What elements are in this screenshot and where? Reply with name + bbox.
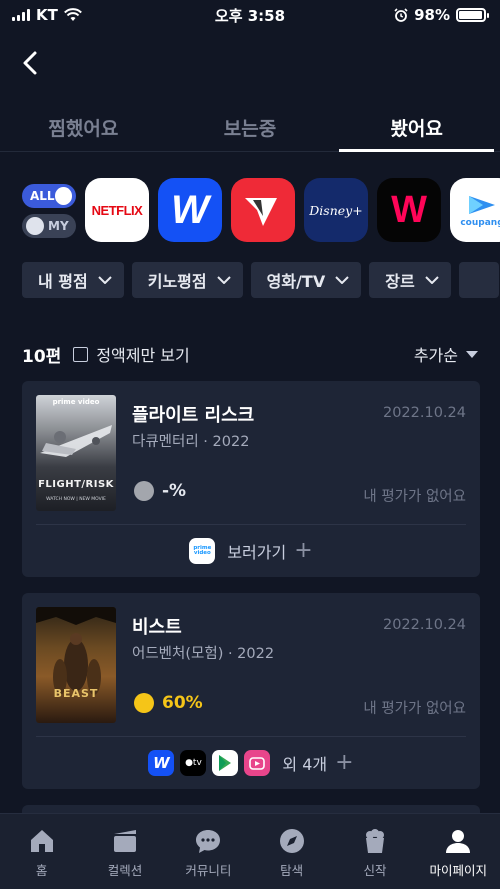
poster-title: BEAST <box>53 687 99 700</box>
wavve-icon[interactable]: W <box>158 178 222 242</box>
filter-kino-rating[interactable]: 키노평점 <box>131 262 243 298</box>
score-dot-icon <box>134 693 154 713</box>
poster-brand: prime video <box>52 398 100 406</box>
tab-watching[interactable]: 보는중 <box>167 106 334 151</box>
explore-icon <box>279 829 304 853</box>
prime-video-icon: prime video <box>189 538 216 564</box>
filter-genre[interactable]: 장르 <box>369 262 451 298</box>
ott-filter-row: ALL MY NETFLIX W T Disney+ W coupang <box>22 178 500 244</box>
added-date: 2022.10.24 <box>382 617 466 633</box>
poster-title: FLIGHT/RISK <box>38 479 114 490</box>
score-value: 60% <box>162 693 203 713</box>
coupang-play-icon[interactable]: coupang <box>450 178 500 242</box>
filter-my-rating[interactable]: 내 평점 <box>22 262 124 298</box>
apple-tv-icon: ●tv <box>180 750 207 776</box>
nav-new-release[interactable]: 신작 <box>333 814 416 889</box>
nav-home[interactable]: 홈 <box>0 814 83 889</box>
watcha-icon[interactable]: W <box>377 178 441 242</box>
filter-more[interactable] <box>458 262 499 298</box>
tab-watched[interactable]: 봤어요 <box>333 106 500 152</box>
movie-meta: 다큐멘터리 · 2022 <box>132 434 250 450</box>
wavve-icon: W <box>148 750 175 776</box>
caret-down-icon <box>466 350 478 358</box>
my-rating-status: 내 평가가 없어요 <box>363 701 466 717</box>
disney-plus-icon[interactable]: Disney+ <box>304 178 368 242</box>
score-dot-icon <box>134 481 154 501</box>
watch-providers[interactable]: W ●tv 외 4개 + <box>22 737 480 789</box>
poster-image: prime video FLIGHT/RISK WATCH NOW | NEW … <box>36 395 116 511</box>
tab-bar: 찜했어요 보는중 봤어요 <box>0 106 500 152</box>
nav-community[interactable]: 커뮤니티 <box>167 814 250 889</box>
nav-explore[interactable]: 탐색 <box>250 814 333 889</box>
alarm-icon <box>394 8 408 22</box>
play-video-icon <box>244 750 271 776</box>
tab-wishlist[interactable]: 찜했어요 <box>0 106 167 151</box>
filter-bar: 내 평점 키노평점 영화/TV 장르 <box>22 262 500 300</box>
movie-title: 플라이트 리스크 <box>132 405 255 426</box>
nav-my-page[interactable]: 마이페이지 <box>417 814 500 889</box>
plus-icon: + <box>294 538 313 563</box>
wifi-icon <box>63 8 82 21</box>
chevron-down-icon <box>216 276 231 284</box>
poster-tag: WATCH NOW | NEW MOVIE <box>46 497 106 502</box>
watch-button[interactable]: prime video 보러가기 + <box>22 525 480 577</box>
all-toggle[interactable]: ALL <box>22 184 76 208</box>
added-date: 2022.10.24 <box>382 405 466 421</box>
subscription-only-checkbox[interactable]: 정액제만 보기 <box>73 342 190 366</box>
tving-icon[interactable]: T <box>231 178 295 242</box>
kino-score: -% <box>134 481 186 501</box>
my-rating-status: 내 평가가 없어요 <box>363 489 466 505</box>
chevron-down-icon <box>98 276 112 284</box>
my-toggle-label: MY <box>48 219 69 233</box>
poster-image: BEAST <box>36 607 116 723</box>
status-bar: KT 오후 3:58 98% <box>0 0 500 30</box>
checkbox-label: 정액제만 보기 <box>96 346 190 365</box>
home-icon <box>30 830 53 852</box>
my-page-icon <box>446 830 471 853</box>
sort-label: 추가순 <box>413 346 458 365</box>
movie-card[interactable]: BEAST 비스트 어드벤처(모험) · 2022 2022.10.24 60%… <box>22 593 480 789</box>
filter-movie-tv[interactable]: 영화/TV <box>250 262 362 298</box>
movie-meta: 어드벤처(모험) · 2022 <box>132 646 275 662</box>
list-header: 10편 정액제만 보기 추가순 <box>22 340 478 368</box>
back-arrow-icon[interactable] <box>16 48 46 78</box>
nav-collection[interactable]: 컬렉션 <box>83 814 166 889</box>
battery-icon <box>456 8 489 22</box>
more-providers-label: 외 4개 <box>282 755 328 774</box>
netflix-icon[interactable]: NETFLIX <box>85 178 149 242</box>
checkbox-box <box>73 346 89 362</box>
score-value: -% <box>162 481 187 501</box>
bottom-nav: 홈 컬렉션 커뮤니티 탐색 신작 마이페이지 <box>0 813 500 889</box>
battery-percent: 98% <box>414 6 450 24</box>
signal-icon <box>12 9 30 21</box>
movie-title: 비스트 <box>132 617 182 638</box>
chevron-down-icon <box>335 276 349 284</box>
community-icon <box>196 830 221 853</box>
movie-card[interactable]: prime video FLIGHT/RISK WATCH NOW | NEW … <box>22 381 480 577</box>
all-toggle-label: ALL <box>30 189 55 203</box>
watch-label: 보러가기 <box>227 543 287 562</box>
plus-icon: + <box>335 750 354 775</box>
item-count: 10편 <box>22 346 62 367</box>
collection-icon <box>113 830 136 852</box>
my-toggle[interactable]: MY <box>22 214 76 238</box>
google-play-icon <box>212 750 239 776</box>
chevron-down-icon <box>424 276 439 284</box>
sort-dropdown[interactable]: 추가순 <box>414 342 478 366</box>
carrier-label: KT <box>36 6 58 24</box>
kino-score: 60% <box>134 693 203 713</box>
new-release-icon <box>365 829 384 853</box>
